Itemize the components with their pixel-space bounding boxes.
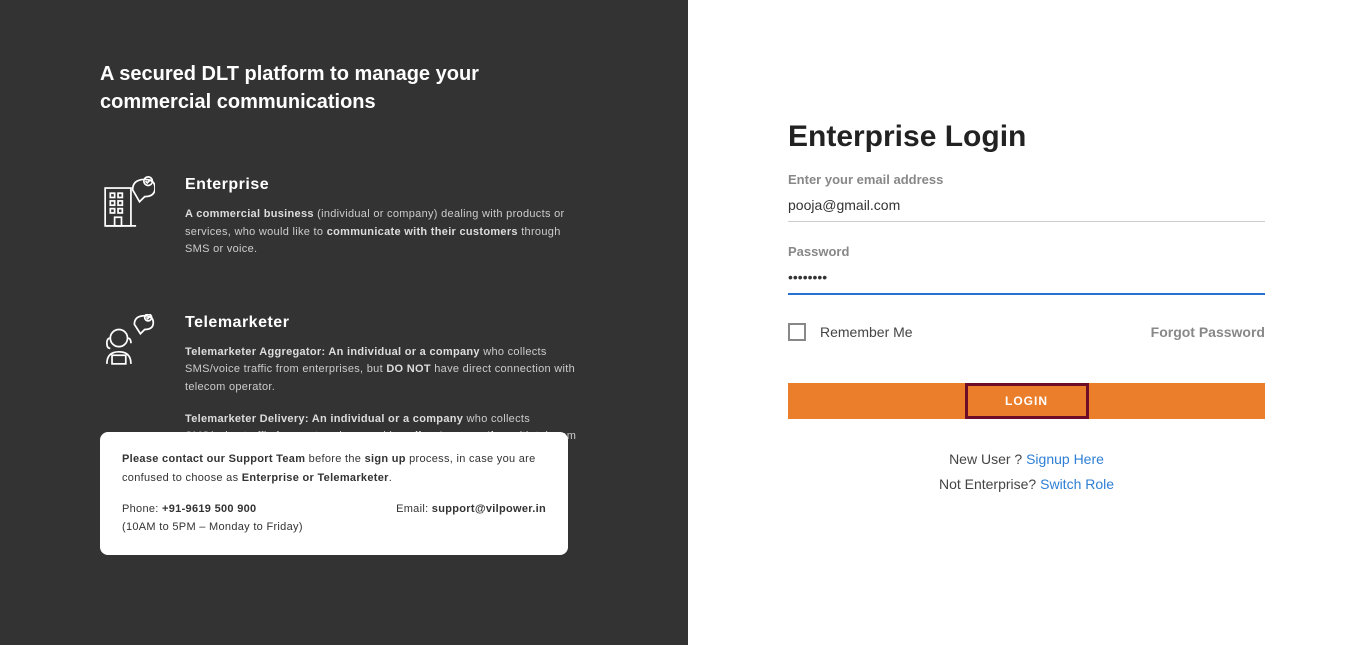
password-group: Password [788,244,1265,295]
newuser-text: New User ? [949,451,1026,467]
switch-role-link[interactable]: Switch Role [1040,476,1114,492]
building-chat-icon [100,176,155,231]
support-text: Please contact our Support Team before t… [122,450,546,487]
login-button[interactable]: LOGIN [788,383,1265,419]
headline: A secured DLT platform to manage your co… [100,60,480,116]
support-card: Please contact our Support Team before t… [100,432,568,555]
login-title: Enterprise Login [788,120,1265,154]
info-panel: A secured DLT platform to manage your co… [0,0,688,645]
forgot-password-link[interactable]: Forgot Password [1151,324,1265,340]
notenterprise-text: Not Enterprise? [939,476,1040,492]
support-email: Email: support@vilpower.in [396,500,546,519]
remember-checkbox[interactable] [788,323,806,341]
password-input[interactable] [788,265,1265,295]
telemarketer-agg-desc: Telemarketer Aggregator: An individual o… [185,344,585,397]
login-panel: Enterprise Login Enter your email addres… [688,0,1355,645]
email-label: Enter your email address [788,172,1265,187]
headset-chat-icon [100,314,155,369]
signup-link[interactable]: Signup Here [1026,451,1104,467]
enterprise-title: Enterprise [185,176,628,194]
password-label: Password [788,244,1265,259]
email-group: Enter your email address [788,172,1265,222]
enterprise-desc: A commercial business (individual or com… [185,206,585,259]
telemarketer-title: Telemarketer [185,314,628,332]
support-phone: Phone: +91-9619 500 900 (10AM to 5PM – M… [122,500,303,537]
enterprise-block: Enterprise A commercial business (indivi… [100,176,628,259]
bottom-links: New User ? Signup Here Not Enterprise? S… [788,447,1265,497]
remember-label: Remember Me [820,324,913,340]
email-input[interactable] [788,193,1265,222]
